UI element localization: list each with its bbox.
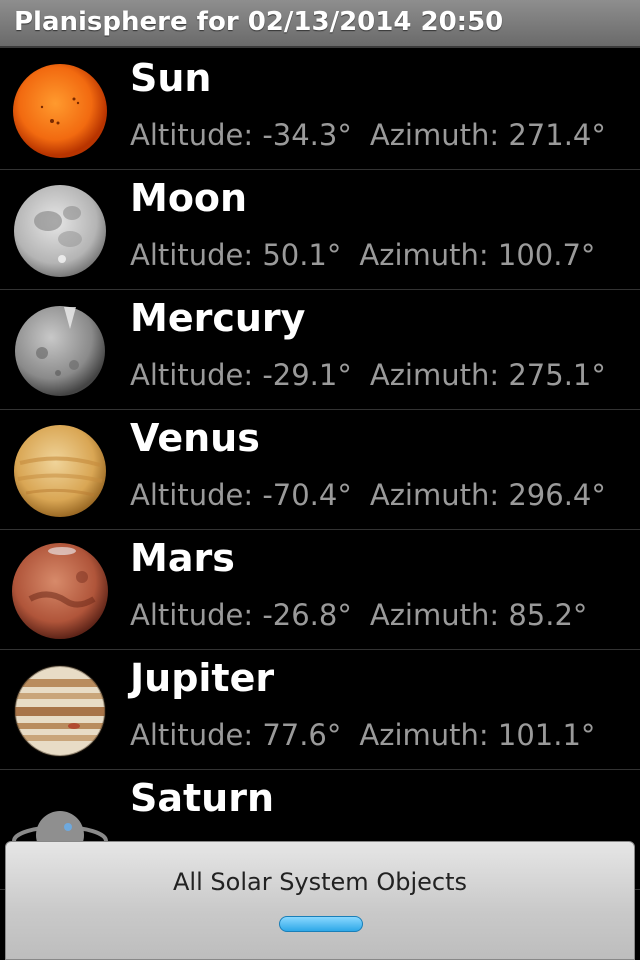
object-coordinates: Altitude: 50.1° Azimuth: 100.7°	[130, 238, 595, 272]
altitude-value: Altitude: -26.8°	[130, 598, 352, 632]
list-item-moon[interactable]: Moon Altitude: 50.1° Azimuth: 100.7°	[0, 170, 640, 290]
altitude-value: Altitude: 50.1°	[130, 238, 342, 272]
altitude-value: Altitude: -34.3°	[130, 118, 352, 152]
object-name: Mercury	[130, 296, 306, 340]
moon-icon	[12, 183, 108, 279]
screen: Planisphere for 02/13/2014 20:50 Sun Alt…	[0, 0, 640, 960]
object-coordinates: Altitude: -34.3° Azimuth: 271.4°	[130, 118, 606, 152]
sun-icon	[12, 63, 108, 159]
object-name: Moon	[130, 176, 248, 220]
list-item-mars[interactable]: Mars Altitude: -26.8° Azimuth: 85.2°	[0, 530, 640, 650]
object-coordinates: Altitude: -29.1° Azimuth: 275.1°	[130, 358, 606, 392]
filter-label[interactable]: All Solar System Objects	[6, 868, 634, 896]
object-coordinates: Altitude: 77.6° Azimuth: 101.1°	[130, 718, 595, 752]
object-coordinates: Altitude: -26.8° Azimuth: 85.2°	[130, 598, 587, 632]
list-item-venus[interactable]: Venus Altitude: -70.4° Azimuth: 296.4°	[0, 410, 640, 530]
azimuth-value: Azimuth: 275.1°	[369, 358, 606, 392]
altitude-value: Altitude: 77.6°	[130, 718, 342, 752]
altitude-value: Altitude: -70.4°	[130, 478, 352, 512]
azimuth-value: Azimuth: 271.4°	[369, 118, 606, 152]
object-coordinates: Altitude: -70.4° Azimuth: 296.4°	[130, 478, 606, 512]
page-title: Planisphere for 02/13/2014 20:50	[14, 7, 504, 37]
object-name: Jupiter	[130, 656, 275, 700]
azimuth-value: Azimuth: 101.1°	[359, 718, 596, 752]
object-filter-panel[interactable]: All Solar System Objects	[5, 841, 635, 960]
title-bar: Planisphere for 02/13/2014 20:50	[0, 0, 640, 48]
jupiter-icon	[12, 663, 108, 759]
azimuth-value: Azimuth: 85.2°	[369, 598, 588, 632]
object-list[interactable]: Sun Altitude: -34.3° Azimuth: 271.4° Moo…	[0, 50, 640, 890]
object-name: Mars	[130, 536, 235, 580]
object-name: Venus	[130, 416, 260, 460]
list-item-sun[interactable]: Sun Altitude: -34.3° Azimuth: 271.4°	[0, 50, 640, 170]
drawer-handle[interactable]	[279, 916, 363, 932]
azimuth-value: Azimuth: 100.7°	[359, 238, 596, 272]
object-name: Saturn	[130, 776, 275, 820]
object-name: Sun	[130, 56, 212, 100]
venus-icon	[12, 423, 108, 519]
list-item-jupiter[interactable]: Jupiter Altitude: 77.6° Azimuth: 101.1°	[0, 650, 640, 770]
mercury-icon	[12, 303, 108, 399]
altitude-value: Altitude: -29.1°	[130, 358, 352, 392]
mars-icon	[12, 543, 108, 639]
azimuth-value: Azimuth: 296.4°	[369, 478, 606, 512]
list-item-mercury[interactable]: Mercury Altitude: -29.1° Azimuth: 275.1°	[0, 290, 640, 410]
